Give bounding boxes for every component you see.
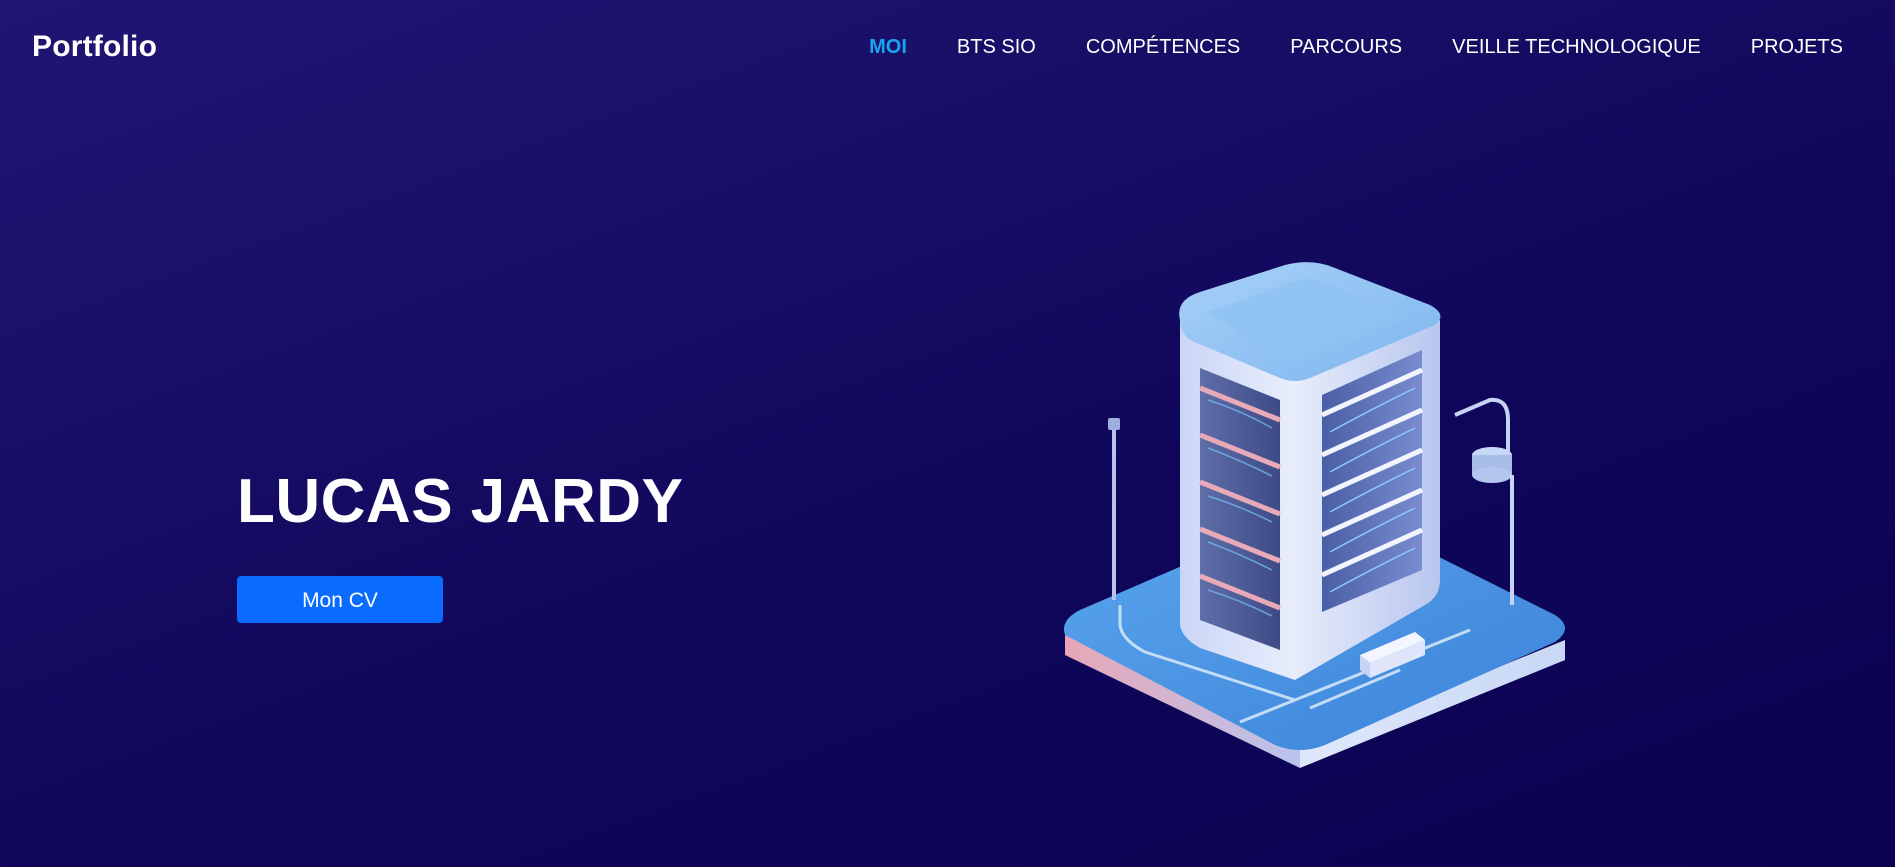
hero-name: LUCAS JARDY xyxy=(237,467,684,536)
nav-link-competences[interactable]: COMPÉTENCES xyxy=(1086,36,1240,59)
brand-logo[interactable]: Portfolio xyxy=(32,30,157,64)
nav-links: MOI BTS SIO COMPÉTENCES PARCOURS VEILLE … xyxy=(819,36,1843,59)
server-tower-icon xyxy=(1050,260,1590,780)
nav-link-parcours[interactable]: PARCOURS xyxy=(1290,36,1402,59)
nav-link-projets[interactable]: PROJETS xyxy=(1751,36,1843,59)
navbar: Portfolio MOI BTS SIO COMPÉTENCES PARCOU… xyxy=(0,0,1895,96)
page: Portfolio MOI BTS SIO COMPÉTENCES PARCOU… xyxy=(0,0,1895,867)
nav-link-veille-technologique[interactable]: VEILLE TECHNOLOGIQUE xyxy=(1452,36,1701,59)
hero: LUCAS JARDY Mon CV xyxy=(237,467,684,624)
nav-link-bts-sio[interactable]: BTS SIO xyxy=(957,36,1036,59)
cv-button[interactable]: Mon CV xyxy=(237,576,443,624)
nav-link-moi[interactable]: MOI xyxy=(869,36,907,59)
